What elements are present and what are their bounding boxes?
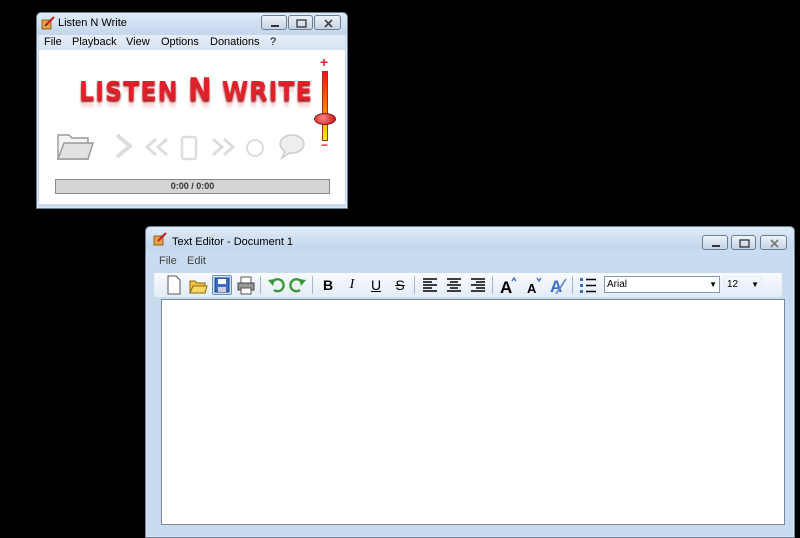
redo-icon[interactable] [288, 275, 308, 295]
open-file-icon[interactable] [188, 275, 208, 295]
minimize-button[interactable] [261, 15, 287, 30]
align-right-icon[interactable] [468, 275, 488, 295]
editor-titlebar[interactable]: Text Editor - Document 1 [146, 227, 794, 250]
new-document-icon[interactable] [164, 275, 184, 295]
logo-text-n: N [187, 72, 213, 108]
strikethrough-button[interactable]: S [390, 275, 410, 295]
lnw-menubar: File Playback View Options Donations ? [39, 35, 345, 50]
listen-n-write-window: Listen N Write File Playback View Option… [36, 12, 348, 209]
undo-icon[interactable] [266, 275, 286, 295]
grow-font-icon[interactable]: A [498, 275, 518, 295]
document-text-area[interactable] [161, 299, 785, 525]
open-folder-icon[interactable] [55, 127, 95, 163]
align-center-icon[interactable] [444, 275, 464, 295]
font-family-value: Arial [607, 279, 628, 290]
app-logo-icon [41, 16, 55, 30]
menu-donations[interactable]: Donations [210, 36, 260, 48]
menu-view[interactable]: View [126, 36, 150, 48]
bullet-list-icon[interactable] [578, 275, 598, 295]
align-left-icon[interactable] [420, 275, 440, 295]
text-editor-window: Text Editor - Document 1 File Edit B I U… [145, 226, 795, 538]
lnw-titlebar[interactable]: Listen N Write [37, 13, 347, 35]
volume-slider[interactable] [322, 71, 328, 141]
logo-text-listen: LISTEN [79, 77, 188, 107]
playback-progress-bar[interactable]: 0:00 / 0:00 [55, 179, 330, 194]
print-icon[interactable] [236, 275, 256, 295]
volume-plus-label: + [320, 54, 329, 70]
font-size-value: 12 [727, 279, 739, 290]
shrink-font-icon[interactable]: A [524, 275, 544, 295]
save-button[interactable] [212, 275, 232, 295]
menu-options[interactable]: Options [161, 36, 199, 48]
close-button[interactable] [314, 15, 341, 30]
editor-toolbar: B I U S A A A Arial ▼ 12 ▼ [154, 273, 782, 297]
volume-minus-label: − [321, 138, 329, 152]
menu-help[interactable]: ? [270, 36, 276, 48]
minimize-icon [712, 245, 720, 247]
maximize-icon [296, 19, 307, 28]
play-icon[interactable] [113, 132, 135, 160]
toolbar-separator [260, 276, 261, 294]
fast-forward-icon[interactable] [208, 136, 238, 158]
maximize-button[interactable] [288, 15, 313, 30]
toolbar-separator [572, 276, 573, 294]
editor-minimize-button[interactable] [702, 235, 728, 250]
toolbar-separator [492, 276, 493, 294]
save-icon [214, 277, 230, 293]
time-display: 0:00 / 0:00 [170, 181, 215, 191]
lnw-client-area: LISTEN N WRITE + − 0:00 / 0:00 [39, 50, 345, 204]
chevron-down-icon: ▼ [751, 280, 759, 289]
editor-close-button[interactable] [760, 235, 787, 250]
font-family-select[interactable]: Arial ▼ [604, 276, 720, 293]
restore-icon [739, 239, 750, 248]
editor-menu-edit[interactable]: Edit [187, 255, 206, 267]
editor-menubar: File Edit [154, 254, 786, 270]
lnw-window-title: Listen N Write [58, 17, 127, 29]
close-icon [770, 239, 779, 248]
close-icon [324, 19, 333, 28]
menu-file[interactable]: File [44, 36, 62, 48]
underline-button[interactable]: U [366, 275, 386, 295]
svg-text:A: A [527, 281, 537, 295]
logo-text-write: WRITE [212, 77, 313, 107]
editor-window-title: Text Editor - Document 1 [172, 236, 294, 248]
chevron-down-icon: ▼ [709, 280, 717, 289]
pause-icon[interactable] [178, 134, 200, 162]
svg-text:A: A [500, 278, 512, 295]
italic-button[interactable]: I [342, 275, 362, 295]
editor-menu-file[interactable]: File [159, 255, 177, 267]
editor-app-icon [153, 232, 167, 246]
speech-bubble-icon[interactable] [277, 132, 307, 160]
minimize-icon [271, 25, 279, 27]
volume-slider-thumb[interactable] [314, 113, 336, 125]
bold-button[interactable]: B [318, 275, 338, 295]
font-size-select[interactable]: 12 ▼ [724, 276, 762, 293]
menu-playback[interactable]: Playback [72, 36, 117, 48]
toolbar-separator [312, 276, 313, 294]
rewind-icon[interactable] [142, 136, 172, 158]
editor-restore-button[interactable] [731, 235, 756, 250]
font-color-icon[interactable]: A [548, 275, 568, 295]
listen-n-write-logo: LISTEN N WRITE [79, 72, 313, 108]
record-icon[interactable] [244, 137, 266, 159]
toolbar-separator [414, 276, 415, 294]
